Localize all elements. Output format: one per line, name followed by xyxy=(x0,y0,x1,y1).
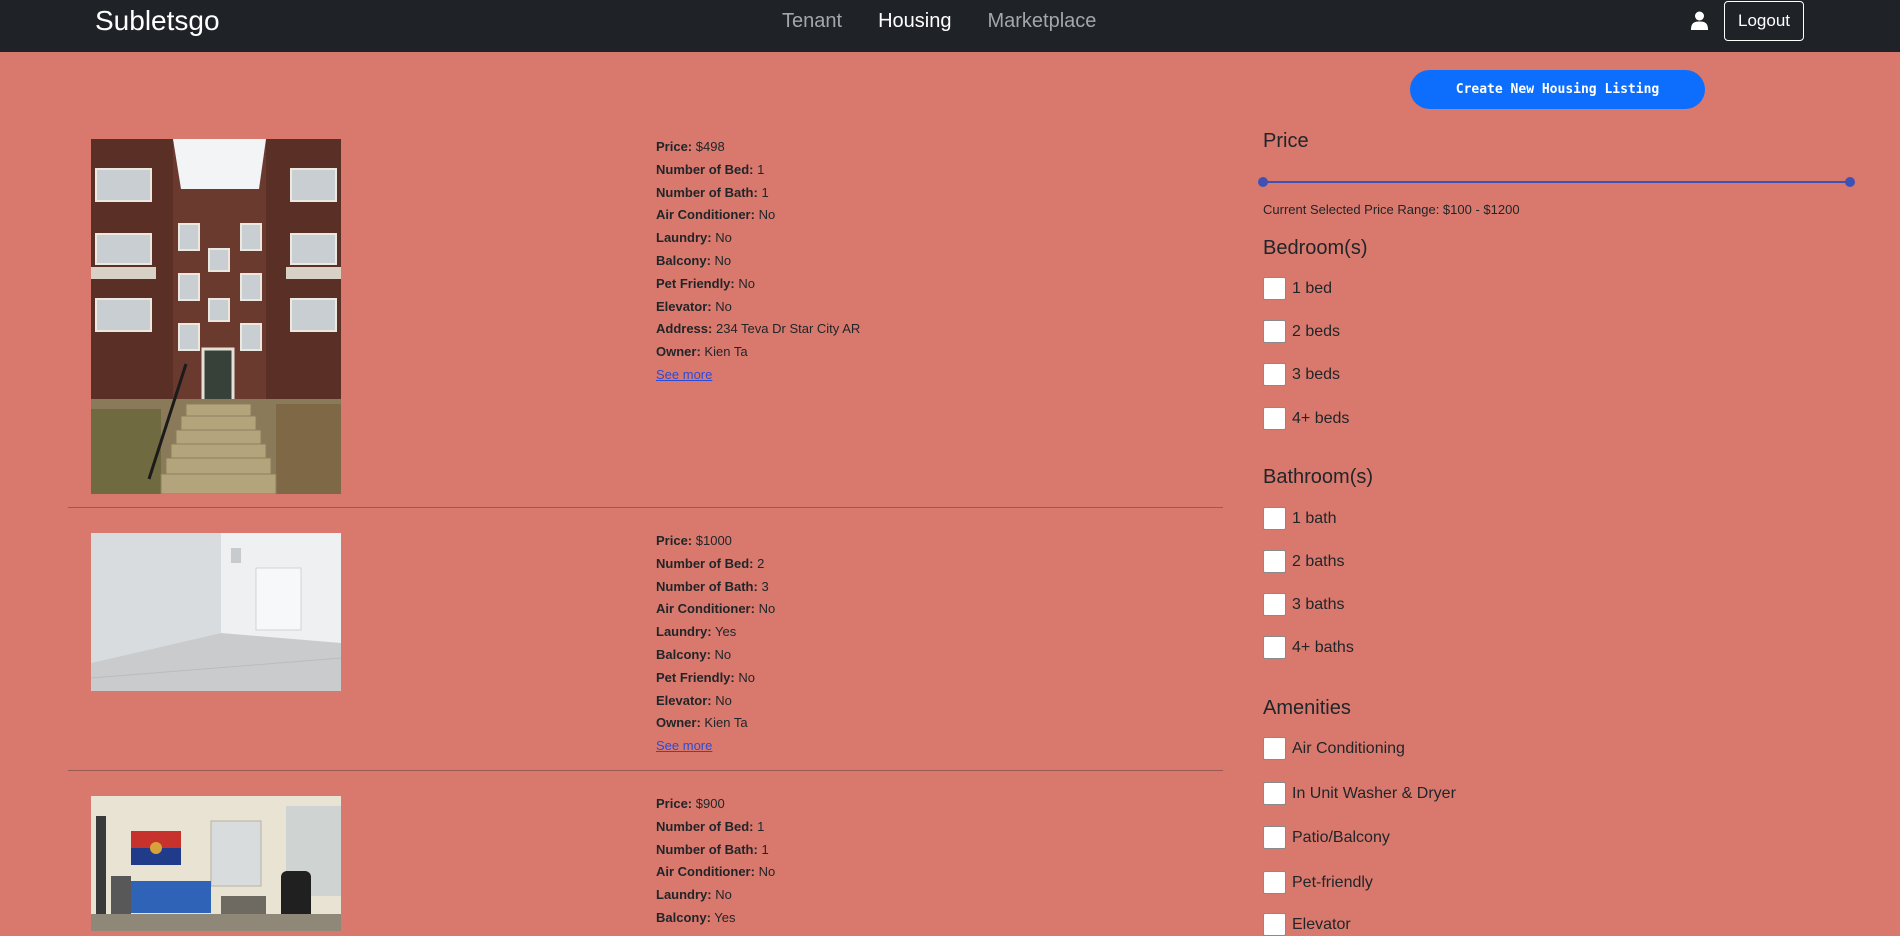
detail-balcony: Balcony: Yes xyxy=(656,909,736,925)
detail-elevator: Elevator: No xyxy=(656,298,732,314)
detail-pet: Pet Friendly: No xyxy=(656,669,755,685)
checkbox[interactable] xyxy=(1263,507,1286,530)
price-filter-title: Price xyxy=(1263,130,1309,152)
amenity-option[interactable]: In Unit Washer & Dryer xyxy=(1263,782,1456,805)
detail-beds: Number of Bed: 2 xyxy=(656,555,765,571)
listing-details: Price: $900 Number of Bed: 1 Number of B… xyxy=(656,793,775,930)
checkbox[interactable] xyxy=(1263,871,1286,894)
bathroom-option[interactable]: 4+ baths xyxy=(1263,636,1354,659)
detail-elevator: Elevator: No xyxy=(656,692,732,708)
detail-baths: Number of Bath: 3 xyxy=(656,578,769,594)
bedroom-option[interactable]: 4+ beds xyxy=(1263,407,1349,430)
see-more-link[interactable]: See more xyxy=(656,738,712,753)
amenities-filter-title: Amenities xyxy=(1263,697,1351,719)
detail-balcony: Balcony: No xyxy=(656,646,732,662)
detail-beds: Number of Bed: 1 xyxy=(656,818,765,834)
listing-photo[interactable] xyxy=(91,139,341,494)
bedroom-filter-title: Bedroom(s) xyxy=(1263,237,1368,259)
detail-price: Price: $1000 xyxy=(656,533,732,548)
checkbox[interactable] xyxy=(1263,407,1286,430)
listing-photo[interactable] xyxy=(91,796,341,931)
listing-card: Price: $900 Number of Bed: 1 Number of B… xyxy=(68,771,1223,931)
amenity-option[interactable]: Elevator xyxy=(1263,913,1351,936)
listing-card: Price: $498 Number of Bed: 1 Number of B… xyxy=(68,130,1223,508)
detail-address: Address: 234 Teva Dr Star City AR xyxy=(656,321,861,337)
listing-card: Price: $1000 Number of Bed: 2 Number of … xyxy=(68,508,1223,771)
detail-ac: Air Conditioner: No xyxy=(656,864,776,880)
detail-owner: Owner: Kien Ta xyxy=(656,344,748,360)
detail-pet: Pet Friendly: No xyxy=(656,275,755,291)
bathroom-option[interactable]: 2 baths xyxy=(1263,550,1344,573)
price-slider-track[interactable] xyxy=(1263,181,1852,183)
nav-link-marketplace[interactable]: Marketplace xyxy=(987,10,1096,32)
checkbox[interactable] xyxy=(1263,277,1286,300)
bathroom-option[interactable]: 3 baths xyxy=(1263,593,1344,616)
price-slider-min-handle[interactable] xyxy=(1258,177,1268,187)
nav-links: Tenant Housing Marketplace xyxy=(782,10,1132,32)
top-navbar: Subletsgo Tenant Housing Marketplace Log… xyxy=(0,0,1900,52)
checkbox[interactable] xyxy=(1263,636,1286,659)
create-listing-button[interactable]: Create New Housing Listing xyxy=(1410,70,1705,109)
amenity-option[interactable]: Pet-friendly xyxy=(1263,871,1373,894)
price-slider-max-handle[interactable] xyxy=(1845,177,1855,187)
nav-link-housing[interactable]: Housing xyxy=(878,10,951,32)
checkbox[interactable] xyxy=(1263,737,1286,760)
detail-ac: Air Conditioner: No xyxy=(656,601,776,617)
detail-balcony: Balcony: No xyxy=(656,252,732,268)
listing-details: Price: $498 Number of Bed: 1 Number of B… xyxy=(656,136,860,387)
checkbox[interactable] xyxy=(1263,913,1286,936)
detail-laundry: Laundry: Yes xyxy=(656,624,737,640)
detail-laundry: Laundry: No xyxy=(656,887,732,903)
checkbox[interactable] xyxy=(1263,363,1286,386)
detail-beds: Number of Bed: 1 xyxy=(656,161,765,177)
detail-baths: Number of Bath: 1 xyxy=(656,841,769,857)
bathroom-option[interactable]: 1 bath xyxy=(1263,507,1336,530)
user-icon[interactable] xyxy=(1691,11,1708,30)
checkbox[interactable] xyxy=(1263,782,1286,805)
detail-laundry: Laundry: No xyxy=(656,230,732,246)
see-more-link[interactable]: See more xyxy=(656,367,712,382)
listing-photo[interactable] xyxy=(91,533,341,691)
bedroom-option[interactable]: 3 beds xyxy=(1263,363,1340,386)
price-range-text: Current Selected Price Range: $100 - $12… xyxy=(1263,202,1520,217)
detail-price: Price: $900 xyxy=(656,796,725,811)
brand-logo[interactable]: Subletsgo xyxy=(95,5,220,37)
bathroom-filter-title: Bathroom(s) xyxy=(1263,466,1374,488)
checkbox[interactable] xyxy=(1263,550,1286,573)
checkbox[interactable] xyxy=(1263,320,1286,343)
amenity-option[interactable]: Patio/Balcony xyxy=(1263,826,1390,849)
logout-button[interactable]: Logout xyxy=(1724,1,1804,41)
checkbox[interactable] xyxy=(1263,826,1286,849)
detail-price: Price: $498 xyxy=(656,139,725,154)
checkbox[interactable] xyxy=(1263,593,1286,616)
listing-details: Price: $1000 Number of Bed: 2 Number of … xyxy=(656,530,775,758)
detail-owner: Owner: Kien Ta xyxy=(656,715,748,731)
amenity-option[interactable]: Air Conditioning xyxy=(1263,737,1405,760)
detail-ac: Air Conditioner: No xyxy=(656,207,776,223)
bedroom-option[interactable]: 2 beds xyxy=(1263,320,1340,343)
bedroom-option[interactable]: 1 bed xyxy=(1263,277,1332,300)
nav-link-tenant[interactable]: Tenant xyxy=(782,10,842,32)
detail-baths: Number of Bath: 1 xyxy=(656,184,769,200)
